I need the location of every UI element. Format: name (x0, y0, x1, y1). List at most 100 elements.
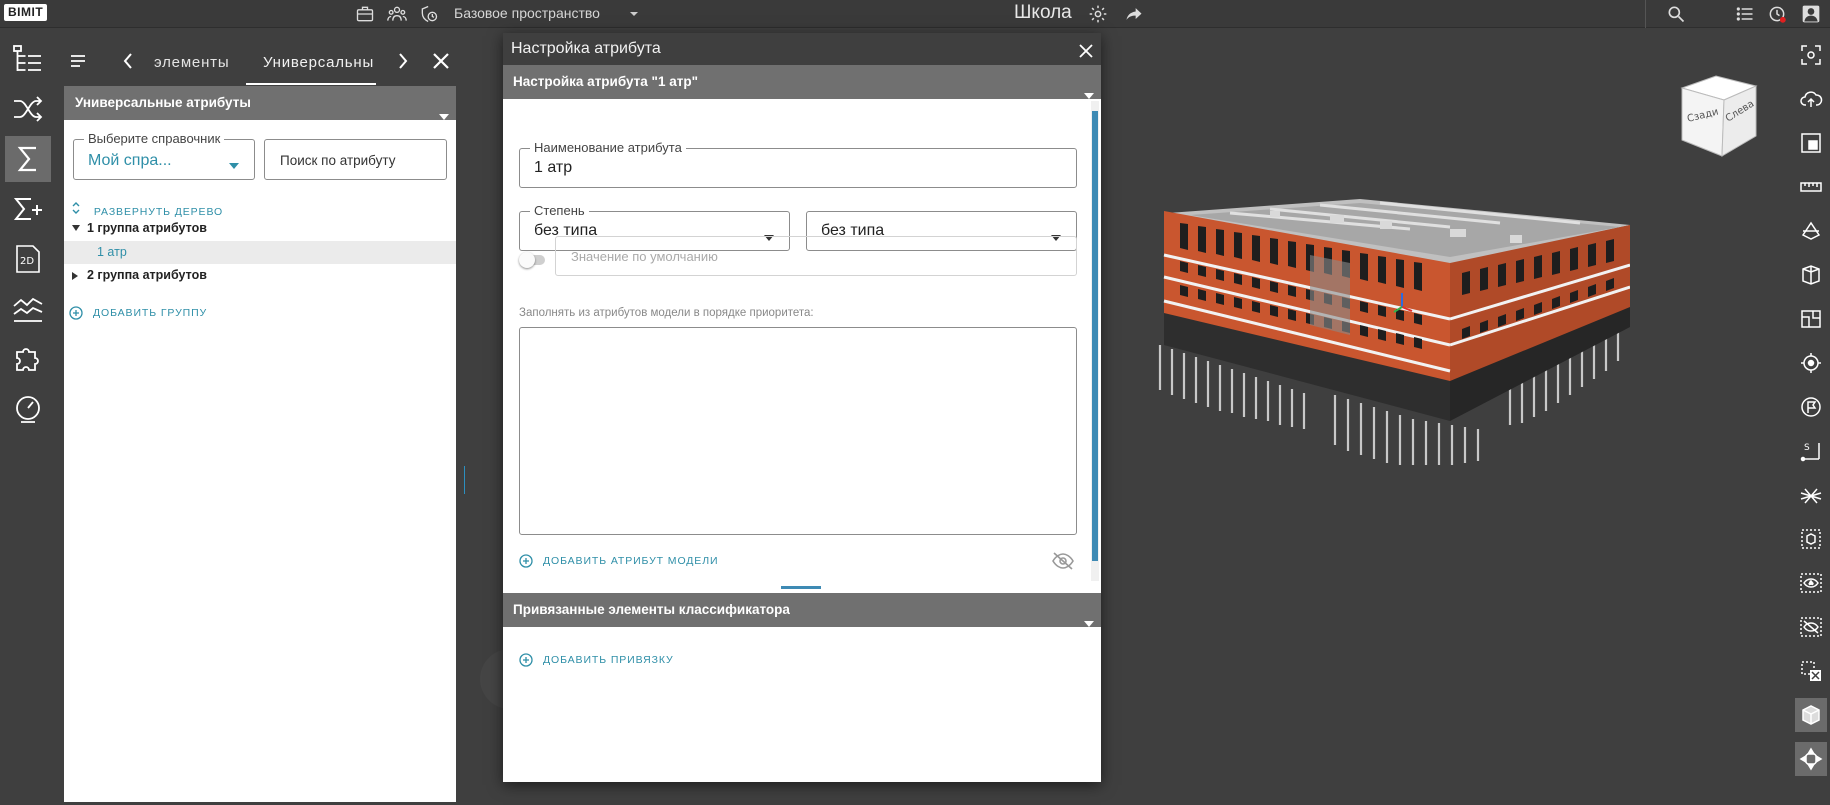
divider (1645, 0, 1646, 28)
hide-icon[interactable] (1795, 610, 1827, 644)
solid-view-icon[interactable] (1795, 698, 1827, 732)
puzzle-icon[interactable] (5, 336, 51, 382)
navigation-mode-icon[interactable] (1795, 742, 1827, 776)
attribute-settings-dialog: Настройка атрибута Настройка атрибута "1… (503, 33, 1101, 782)
notifications-icon[interactable] (1765, 2, 1789, 26)
top-bar: BIMIT Базовое пространство Школа (0, 0, 1830, 28)
directory-select[interactable]: Выберите справочник Мой спра... (73, 131, 255, 180)
active-tab-indicator (246, 83, 376, 85)
toggle-knob (519, 252, 535, 268)
list-icon[interactable] (1733, 2, 1757, 26)
degree-select-label: Степень (530, 203, 589, 218)
section-plane-icon[interactable] (1795, 214, 1827, 248)
tree-group-label: 2 группа атрибутов (87, 268, 207, 282)
dialog-titlebar[interactable]: Настройка атрибута (503, 33, 1101, 65)
expand-icon (72, 202, 80, 214)
add-binding-label: ДОБАВИТЬ ПРИВЯЗКУ (543, 654, 674, 666)
panel-header[interactable]: Универсальные атрибуты (64, 86, 456, 120)
view-cube[interactable]: Сзади Слева (1676, 74, 1762, 160)
target-icon[interactable] (1795, 346, 1827, 380)
add-group-label: ДОБАВИТЬ ГРУППУ (93, 307, 208, 319)
default-value-input[interactable]: Значение по умолчанию (555, 236, 1077, 276)
chevron-down-icon[interactable] (438, 100, 450, 134)
grid-axes-icon[interactable] (1795, 478, 1827, 512)
attribute-search-input[interactable]: Поиск по атрибуту (264, 139, 447, 180)
attribute-search-placeholder: Поиск по атрибуту (280, 153, 396, 168)
add-circle-icon (519, 653, 533, 667)
shield-clock-icon[interactable] (417, 2, 441, 26)
chevron-right-icon[interactable] (393, 50, 413, 77)
tree-item-selected[interactable]: 1 атр (64, 241, 456, 264)
default-value-toggle[interactable] (519, 252, 545, 268)
chevron-down-icon[interactable] (628, 7, 640, 25)
tab-elements[interactable]: элементы (154, 54, 229, 71)
floor-plan-icon[interactable] (1795, 302, 1827, 336)
sum-plus-icon[interactable] (5, 186, 51, 232)
tree-group-label: 1 группа атрибутов (87, 221, 207, 235)
default-value-placeholder: Значение по умолчанию (571, 249, 718, 264)
classifier-section-title: Привязанные элементы классификатора (513, 602, 790, 617)
attribute-name-label: Наименование атрибута (530, 140, 686, 155)
sum-icon[interactable] (5, 136, 51, 182)
clear-selection-icon[interactable] (1795, 654, 1827, 688)
user-icon[interactable] (1799, 2, 1823, 26)
cloud-upload-icon[interactable] (1795, 82, 1827, 116)
shuffle-icon[interactable] (5, 86, 51, 132)
left-tool-rail: 2D ? (0, 28, 56, 805)
add-circle-icon (69, 306, 83, 320)
section-box-icon[interactable] (1795, 258, 1827, 292)
add-binding-button[interactable]: ДОБАВИТЬ ПРИВЯЗКУ (519, 653, 674, 667)
model-tree-icon[interactable] (5, 36, 51, 82)
caret-down-icon[interactable] (72, 225, 80, 231)
add-circle-icon (519, 554, 533, 568)
menu-icon[interactable] (68, 51, 88, 76)
eye-icon[interactable] (1795, 566, 1827, 600)
eye-off-icon[interactable] (1051, 551, 1075, 576)
chart-lines-icon[interactable] (5, 286, 51, 332)
share-icon[interactable] (1122, 2, 1146, 26)
attribute-section-title: Настройка атрибута "1 атр" (513, 74, 698, 89)
briefcase-icon[interactable] (353, 2, 377, 26)
tree-group-1[interactable]: 1 группа атрибутов (64, 217, 456, 240)
gauge-icon[interactable] (5, 386, 51, 432)
caret-right-icon[interactable] (72, 272, 78, 280)
chevron-down-icon (228, 157, 240, 175)
space-select[interactable]: Базовое пространство (454, 5, 600, 21)
plan-2d-icon[interactable]: 2D (5, 236, 51, 282)
attribute-name-value: 1 атр (534, 159, 573, 176)
directory-select-value: Мой спра... (88, 152, 172, 169)
vertical-scrollbar[interactable] (1091, 101, 1099, 581)
attributes-panel: элементы Универсальны Универсальные атри… (64, 36, 456, 802)
add-model-attribute-label: ДОБАВИТЬ АТРИБУТ МОДЕЛИ (543, 555, 719, 567)
attribute-section-body: Наименование атрибута 1 атр Степень без … (503, 99, 1093, 583)
panel-resize-handle[interactable] (464, 466, 465, 494)
building-model[interactable] (1150, 195, 1630, 465)
scrollbar-thumb[interactable] (1092, 111, 1098, 561)
classifier-section-header[interactable]: Привязанные элементы классификатора (503, 593, 1101, 627)
add-model-attribute-button[interactable]: ДОБАВИТЬ АТРИБУТ МОДЕЛИ (519, 554, 718, 568)
expand-tree-button[interactable]: РАЗВЕРНУТЬ ДЕРЕВО (72, 201, 223, 218)
add-group-button[interactable]: ДОБАВИТЬ ГРУППУ (69, 306, 207, 320)
model-attributes-priority-list[interactable] (519, 327, 1077, 535)
chevron-left-icon[interactable] (118, 50, 138, 77)
focus-icon[interactable] (1795, 38, 1827, 72)
tree-group-2[interactable]: 2 группа атрибутов (64, 264, 456, 287)
chevron-down-icon[interactable] (1083, 607, 1095, 641)
team-icon[interactable] (385, 2, 409, 26)
section-resize-handle[interactable] (781, 586, 821, 589)
tab-universal[interactable]: Универсальны (263, 54, 374, 71)
attribute-section-header[interactable]: Настройка атрибута "1 атр" (503, 65, 1101, 99)
isolate-box-icon[interactable] (1795, 522, 1827, 556)
svg-text:2D: 2D (20, 256, 34, 267)
ruler-icon[interactable] (1795, 170, 1827, 204)
search-icon[interactable] (1664, 2, 1688, 26)
panel-tabs: элементы Универсальны (64, 36, 456, 86)
attribute-name-field[interactable]: Наименование атрибута 1 атр (519, 140, 1077, 188)
gear-icon[interactable] (1086, 2, 1110, 26)
snap-icon[interactable]: S (1795, 434, 1827, 468)
flag-icon[interactable] (1795, 390, 1827, 424)
app-logo[interactable]: BIMIT (4, 4, 48, 21)
project-title: Школа (1014, 2, 1072, 23)
close-icon[interactable] (431, 50, 451, 77)
select-area-icon[interactable] (1795, 126, 1827, 160)
